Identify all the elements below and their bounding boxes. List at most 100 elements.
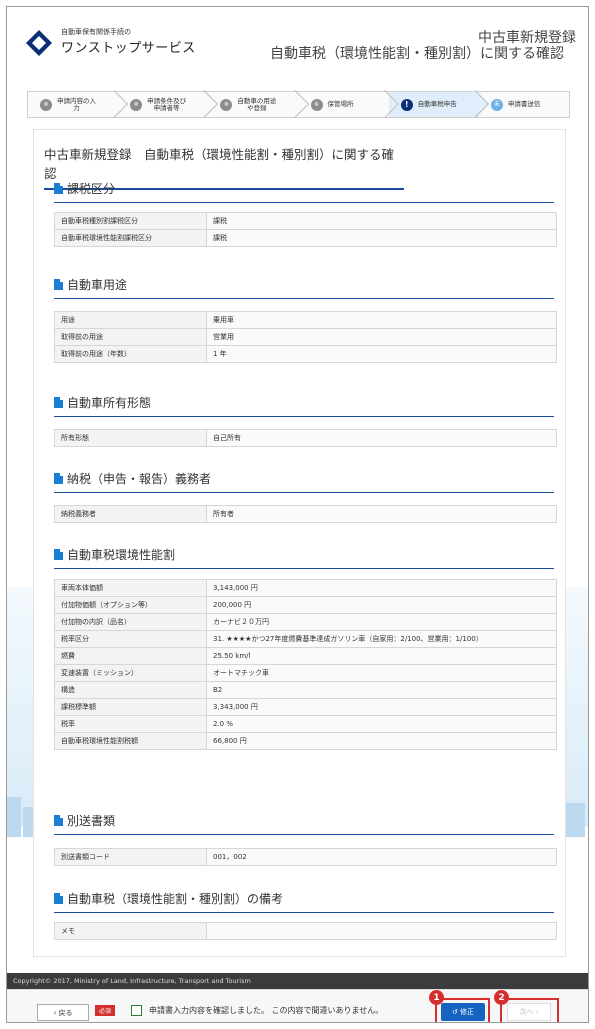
page-title-line2: 自動車税（環境性能割・種別割）に関する確認 [270, 46, 564, 62]
page-frame: 自動車保有関係手続の ワンストップサービス 中古車新規登録 自動車税（環境性能割… [6, 6, 589, 1023]
table-row: 別送書類コード 001，002 [54, 848, 557, 866]
row-key: 税率 [54, 715, 207, 733]
done-icon: ※ [220, 98, 233, 111]
document-icon [54, 473, 63, 484]
section-title-environmental-tax: 自動車税環境性能割 [54, 546, 554, 569]
logo-title: ワンストップサービス [61, 41, 196, 56]
done-icon: ※ [40, 98, 52, 111]
remarks-table: メモ [54, 922, 557, 940]
section-label: 別送書類 [67, 814, 116, 828]
table-row: 税率 2.0 % [54, 715, 557, 733]
row-value: 3,343,000 円 [206, 698, 557, 716]
row-value: 66,800 円 [206, 732, 557, 750]
step-badge-2: 2 [494, 990, 509, 1005]
table-row: 燃費 25.50 km/l [54, 647, 557, 665]
pending-icon: 未 [490, 98, 503, 111]
confirm-checkbox[interactable] [131, 1005, 142, 1016]
row-key: 別送書類コード [54, 848, 207, 866]
table-row: 用途 乗用車 [54, 311, 557, 329]
document-icon [54, 815, 63, 826]
step-submit: 未 申請書送信 [479, 92, 569, 117]
table-row: 課税標準額 3,343,000 円 [54, 698, 557, 716]
row-value: B2 [206, 681, 557, 699]
main-panel: 中古車新規登録 自動車税（環境性能割・種別割）に関する確認 課税区分 自動車税種… [33, 129, 566, 957]
next-button[interactable]: 次へ › [507, 1003, 551, 1021]
table-row: 自動車税環境性能割税額 66,800 円 [54, 732, 557, 750]
vehicle-usage-table: 用途 乗用車 取得前の用途 営業用 取得前の用途（年数） 1 年 [54, 311, 557, 363]
row-key: 所有形態 [54, 429, 207, 447]
done-icon: ※ [310, 98, 323, 111]
section-label: 課税区分 [67, 182, 116, 196]
row-value: 200,000 円 [206, 596, 557, 614]
exclamation-icon: ! [400, 98, 413, 111]
row-key: 車両本体価額 [54, 579, 207, 597]
row-value: 3,143,000 円 [206, 579, 557, 597]
document-icon [54, 397, 63, 408]
row-value: 所有者 [206, 505, 557, 523]
row-value: 課税 [206, 212, 557, 230]
confirm-label: 申請書入力内容を確認しました。 この内容で間違いありません。 [149, 1006, 384, 1015]
row-value: 乗用車 [206, 311, 557, 329]
row-value: 31. ★★★★かつ27年度燃費基準達成ガソリン車（自家用：2/100、営業用：… [206, 630, 557, 648]
step-label: 申請条件及び 申請者等 [147, 96, 187, 112]
row-value: 自己所有 [206, 429, 557, 447]
section-label: 納税（申告・報告）義務者 [67, 472, 212, 486]
table-row: 付加物価額（オプション等） 200,000 円 [54, 596, 557, 614]
table-row: 取得前の用途（年数） 1 年 [54, 345, 557, 363]
table-row: 自動車税環境性能割課税区分 課税 [54, 229, 557, 247]
row-value: 営業用 [206, 328, 557, 346]
table-row: 所有形態 自己所有 [54, 429, 557, 447]
step-tax-declaration: ! 自動車税申告 [388, 89, 490, 119]
row-value: 2.0 % [206, 715, 557, 733]
ownership-table: 所有形態 自己所有 [54, 429, 557, 447]
step-label: 申請書送信 [507, 100, 541, 108]
section-title-ownership: 自動車所有形態 [54, 394, 554, 417]
row-value: カーナビ２０万円 [206, 613, 557, 631]
table-row: 取得前の用途 営業用 [54, 328, 557, 346]
row-key: 納税義務者 [54, 505, 207, 523]
environmental-tax-table: 車両本体価額 3,143,000 円 付加物価額（オプション等） 200,000 円… [54, 579, 557, 750]
table-row: 車両本体価額 3,143,000 円 [54, 579, 557, 597]
section-title-remarks: 自動車税（環境性能割・種別割）の備考 [54, 890, 554, 913]
row-value: 25.50 km/l [206, 647, 557, 665]
document-icon [54, 279, 63, 290]
copyright-bar: Copyright© 2017, Ministry of Land, Infra… [7, 973, 588, 989]
step-label: 自動車税申告 [417, 100, 457, 108]
table-row: メモ [54, 922, 557, 940]
table-row: 自動車税種別割課税区分 課税 [54, 212, 557, 230]
table-row: 納税義務者 所有者 [54, 505, 557, 523]
tax-category-table: 自動車税種別割課税区分 課税 自動車税環境性能割課税区分 課税 [54, 212, 557, 247]
row-value: オートマチック車 [206, 664, 557, 682]
separate-documents-table: 別送書類コード 001，002 [54, 848, 557, 866]
row-key: 燃費 [54, 647, 207, 665]
document-icon [54, 893, 63, 904]
table-row: 付加物の内訳（品名） カーナビ２０万円 [54, 613, 557, 631]
step-parking: ※ 保管場所 [299, 89, 399, 119]
row-value: 001，002 [206, 848, 557, 866]
section-title-vehicle-usage: 自動車用途 [54, 276, 554, 299]
back-button[interactable]: ‹ 戻る [37, 1004, 89, 1021]
taxpayer-table: 納税義務者 所有者 [54, 505, 557, 523]
row-key: 課税標準額 [54, 698, 207, 716]
row-key: 用途 [54, 311, 207, 329]
step-label: 自動車の用途 や登録 [237, 96, 277, 112]
step-badge-1: 1 [429, 990, 444, 1005]
section-title-taxpayer: 納税（申告・報告）義務者 [54, 470, 554, 493]
step-label: 申請内容の入 力 [57, 96, 96, 112]
row-key: 取得前の用途 [54, 328, 207, 346]
section-label: 自動車所有形態 [67, 396, 152, 410]
document-icon [54, 549, 63, 560]
document-icon [54, 183, 63, 194]
row-key: 自動車税種別割課税区分 [54, 212, 207, 230]
section-label: 自動車税環境性能割 [67, 548, 176, 562]
row-key: 取得前の用途（年数） [54, 345, 207, 363]
row-key: 変速装置（ミッション） [54, 664, 207, 682]
table-row: 税率区分 31. ★★★★かつ27年度燃費基準達成ガソリン車（自家用：2/100、… [54, 630, 557, 648]
row-value: 課税 [206, 229, 557, 247]
step-input: ※ 申請内容の入 力 [28, 89, 129, 119]
section-label: 自動車税（環境性能割・種別割）の備考 [67, 892, 284, 906]
section-label: 自動車用途 [67, 278, 128, 292]
edit-button[interactable]: ↺ 修正 [441, 1003, 485, 1021]
row-key: メモ [54, 922, 207, 940]
table-row: 変速装置（ミッション） オートマチック車 [54, 664, 557, 682]
